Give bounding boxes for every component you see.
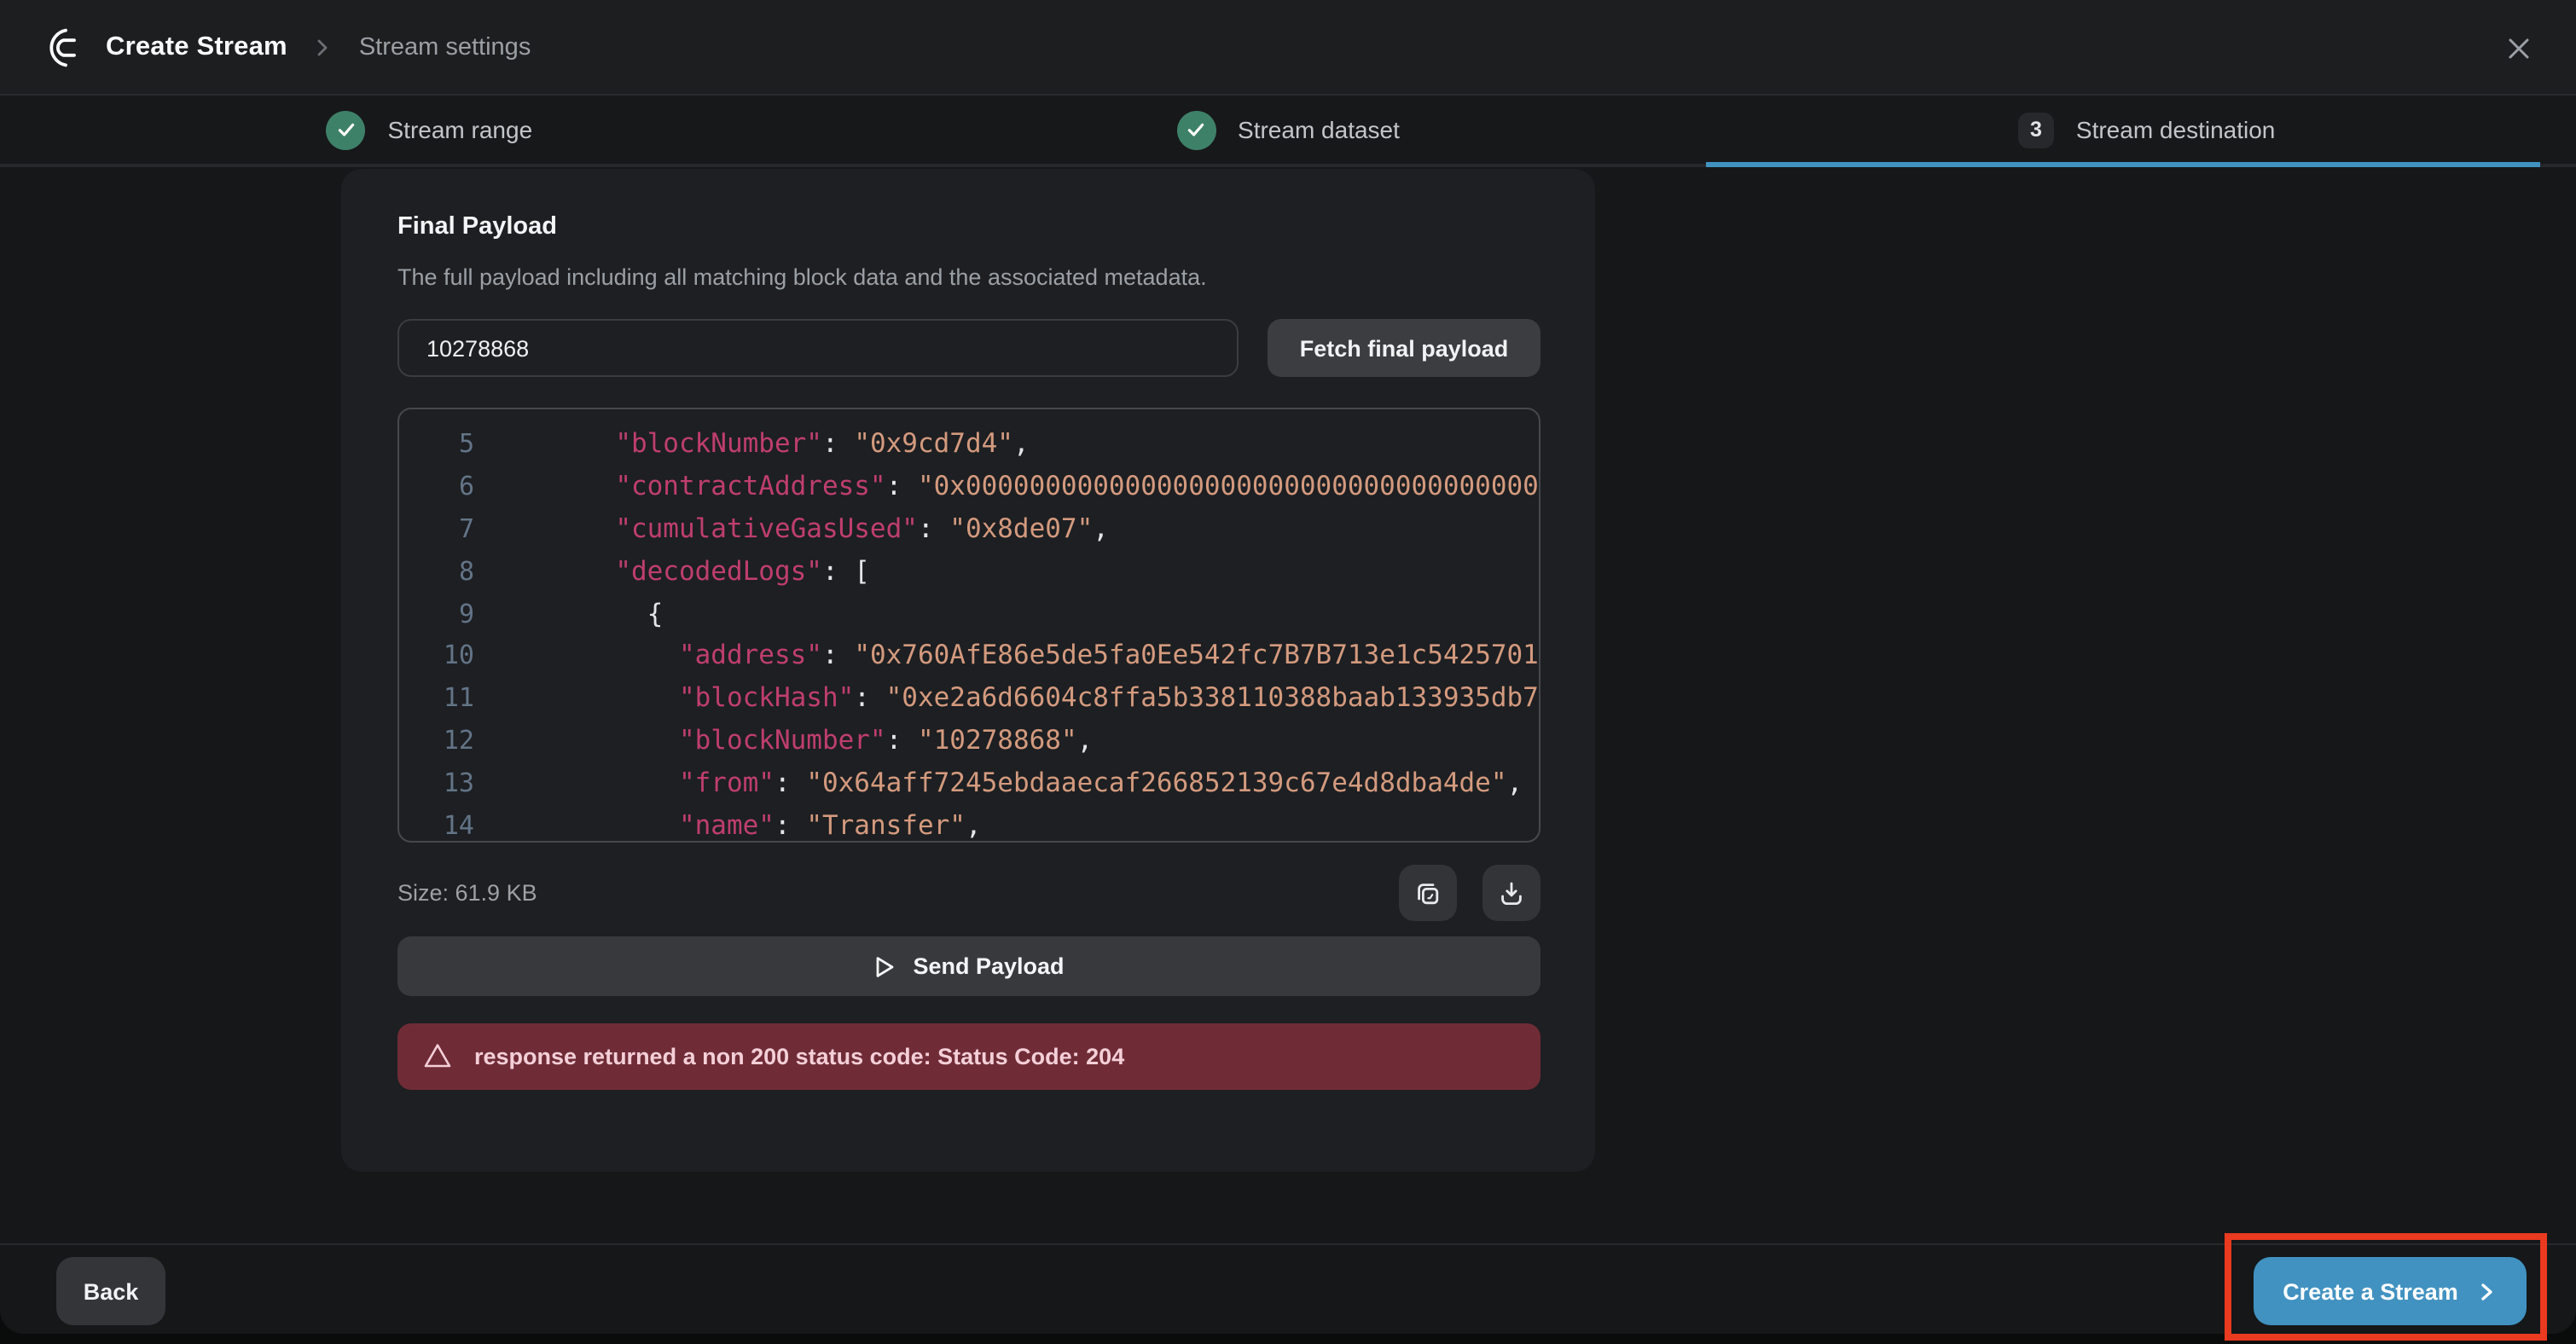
modal-footer: Back Create a Stream bbox=[0, 1243, 2576, 1334]
payload-actions bbox=[1399, 865, 1540, 921]
warning-triangle-icon bbox=[423, 1043, 452, 1070]
copy-button[interactable] bbox=[1399, 865, 1457, 921]
code-text: "name": "Transfer", bbox=[488, 809, 982, 840]
create-stream-button[interactable]: Create a Stream bbox=[2254, 1257, 2527, 1325]
code-line: 12 "blockNumber": "10278868", bbox=[399, 719, 1539, 762]
line-number: 5 bbox=[399, 429, 474, 460]
create-stream-modal: Create Stream Stream settings Stream ran… bbox=[0, 0, 2576, 1334]
check-circle-icon bbox=[1176, 110, 1215, 149]
line-number: 7 bbox=[399, 513, 474, 544]
download-button[interactable] bbox=[1482, 865, 1540, 921]
step-label: Stream destination bbox=[2076, 116, 2275, 143]
step-number-badge: 3 bbox=[2018, 112, 2054, 148]
code-line: 8 "decodedLogs": [ bbox=[399, 550, 1539, 593]
active-step-underline bbox=[1706, 161, 2540, 167]
line-number: 12 bbox=[399, 725, 474, 756]
code-line: 7 "cumulativeGasUsed": "0x8de07", bbox=[399, 507, 1539, 550]
modal-header: Create Stream Stream settings bbox=[0, 0, 2576, 96]
code-text: "decodedLogs": [ bbox=[488, 556, 870, 587]
line-number: 11 bbox=[399, 682, 474, 713]
screen: Create Stream Stream settings Stream ran… bbox=[0, 0, 2576, 1344]
code-lines: 5 "blockNumber": "0x9cd7d4",6 "contractA… bbox=[399, 423, 1539, 843]
code-line: 5 "blockNumber": "0x9cd7d4", bbox=[399, 423, 1539, 466]
code-line: 14 "name": "Transfer", bbox=[399, 803, 1539, 843]
error-banner: response returned a non 200 status code:… bbox=[397, 1023, 1540, 1089]
code-text: "blockNumber": "10278868", bbox=[488, 725, 1093, 756]
code-text: "blockHash": "0xe2a6d6604c8ffa5b33811038… bbox=[488, 682, 1540, 713]
breadcrumb-chevron-icon bbox=[311, 35, 335, 59]
code-text: "contractAddress": "0x000000000000000000… bbox=[488, 471, 1540, 501]
step-label: Stream range bbox=[388, 116, 533, 143]
fetch-final-payload-button[interactable]: Fetch final payload bbox=[1268, 319, 1540, 377]
payload-code-viewer[interactable]: 5 "blockNumber": "0x9cd7d4",6 "contractA… bbox=[397, 408, 1540, 843]
block-input-row: Fetch final payload bbox=[397, 319, 1540, 377]
breadcrumb: Stream settings bbox=[359, 33, 531, 61]
line-number: 13 bbox=[399, 768, 474, 798]
error-message: response returned a non 200 status code:… bbox=[474, 1044, 1124, 1069]
code-text: "address": "0x760AfE86e5de5fa0Ee542fc7B7… bbox=[488, 640, 1540, 671]
block-number-input[interactable] bbox=[397, 319, 1239, 377]
close-icon bbox=[2505, 35, 2531, 61]
check-circle-icon bbox=[327, 110, 366, 149]
close-button[interactable] bbox=[2494, 24, 2542, 72]
page-title: Create Stream bbox=[106, 32, 287, 62]
payload-size-label: Size: 61.9 KB bbox=[397, 880, 537, 906]
step-stream-range[interactable]: Stream range bbox=[0, 96, 859, 164]
line-number: 6 bbox=[399, 471, 474, 501]
chevron-right-icon bbox=[2475, 1280, 2498, 1302]
line-number: 9 bbox=[399, 598, 474, 629]
section-description: The full payload including all matching … bbox=[397, 264, 1540, 290]
final-payload-card: Final Payload The full payload including… bbox=[341, 169, 1595, 1172]
code-text: "blockNumber": "0x9cd7d4", bbox=[488, 429, 1030, 460]
back-button[interactable]: Back bbox=[56, 1257, 165, 1325]
step-label: Stream dataset bbox=[1238, 116, 1400, 143]
code-line: 9 { bbox=[399, 592, 1539, 634]
code-text: "cumulativeGasUsed": "0x8de07", bbox=[488, 513, 1109, 544]
code-line: 10 "address": "0x760AfE86e5de5fa0Ee542fc… bbox=[399, 634, 1539, 677]
step-stream-destination[interactable]: 3 Stream destination bbox=[1717, 96, 2576, 164]
line-number: 8 bbox=[399, 556, 474, 587]
code-line: 13 "from": "0x64aff7245ebdaaecaf26685213… bbox=[399, 762, 1539, 804]
wizard-stepbar: Stream range Stream dataset 3 Stream des… bbox=[0, 96, 2576, 167]
download-icon bbox=[1498, 879, 1525, 907]
section-title: Final Payload bbox=[397, 213, 1540, 240]
code-text: { bbox=[488, 598, 663, 629]
send-payload-label: Send Payload bbox=[913, 953, 1064, 979]
line-number: 10 bbox=[399, 640, 474, 671]
create-stream-label: Create a Stream bbox=[2283, 1278, 2458, 1304]
step-stream-dataset[interactable]: Stream dataset bbox=[859, 96, 1718, 164]
play-icon bbox=[873, 954, 896, 978]
payload-meta-row: Size: 61.9 KB bbox=[397, 865, 1540, 921]
send-payload-button[interactable]: Send Payload bbox=[397, 936, 1540, 996]
code-line: 11 "blockHash": "0xe2a6d6604c8ffa5b33811… bbox=[399, 677, 1539, 720]
line-number: 14 bbox=[399, 809, 474, 840]
quicknode-logo-icon bbox=[44, 26, 87, 68]
copy-icon bbox=[1414, 879, 1442, 907]
code-text: "from": "0x64aff7245ebdaaecaf266852139c6… bbox=[488, 768, 1523, 798]
code-line: 6 "contractAddress": "0x0000000000000000… bbox=[399, 466, 1539, 508]
